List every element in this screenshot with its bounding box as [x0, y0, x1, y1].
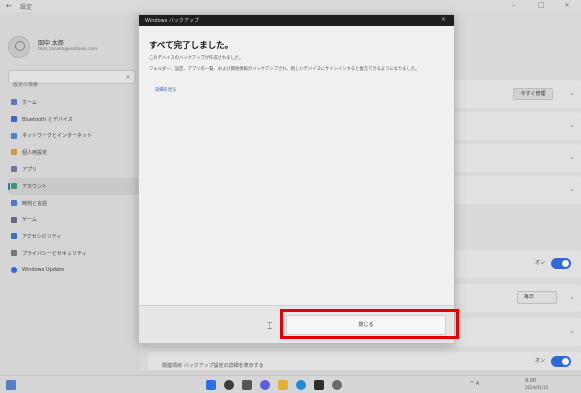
widgets-icon[interactable] [6, 380, 16, 390]
dialog-paragraph: フォルダー、設定、アプリの一覧、および資格情報がバックアップされ、新しいデバイス… [149, 67, 420, 72]
clock-date[interactable]: 2024/01/15 [525, 385, 548, 390]
mouse-cursor-icon: ⌶ [267, 322, 273, 332]
taskbar: ^ A 9:00 2024/01/15 [0, 375, 581, 393]
system-tray[interactable]: ^ A [470, 381, 479, 387]
file-explorer-icon[interactable] [278, 380, 288, 390]
task-view-icon[interactable] [242, 380, 252, 390]
settings-taskbar-icon[interactable] [332, 380, 342, 390]
dialog-titlebar: Windows バックアップ × [139, 15, 454, 26]
clock-time[interactable]: 9:00 [525, 378, 536, 384]
dialog-heading: すべて完了しました。 [149, 41, 234, 51]
search-taskbar-icon[interactable] [224, 380, 234, 390]
windows-start-icon[interactable] [206, 380, 216, 390]
chat-icon[interactable] [260, 380, 270, 390]
backup-complete-dialog: Windows バックアップ × すべて完了しました。 このデバイスのバックアッ… [138, 14, 455, 344]
learn-more-link[interactable]: 詳細を見る [155, 87, 176, 93]
store-icon[interactable] [314, 380, 324, 390]
dialog-close-icon[interactable]: × [441, 16, 446, 23]
highlight-box [280, 309, 459, 339]
edge-icon[interactable] [296, 380, 306, 390]
dialog-description: このデバイスのバックアップが作成されました。 [149, 56, 244, 61]
dialog-title: Windows バックアップ [145, 18, 199, 24]
